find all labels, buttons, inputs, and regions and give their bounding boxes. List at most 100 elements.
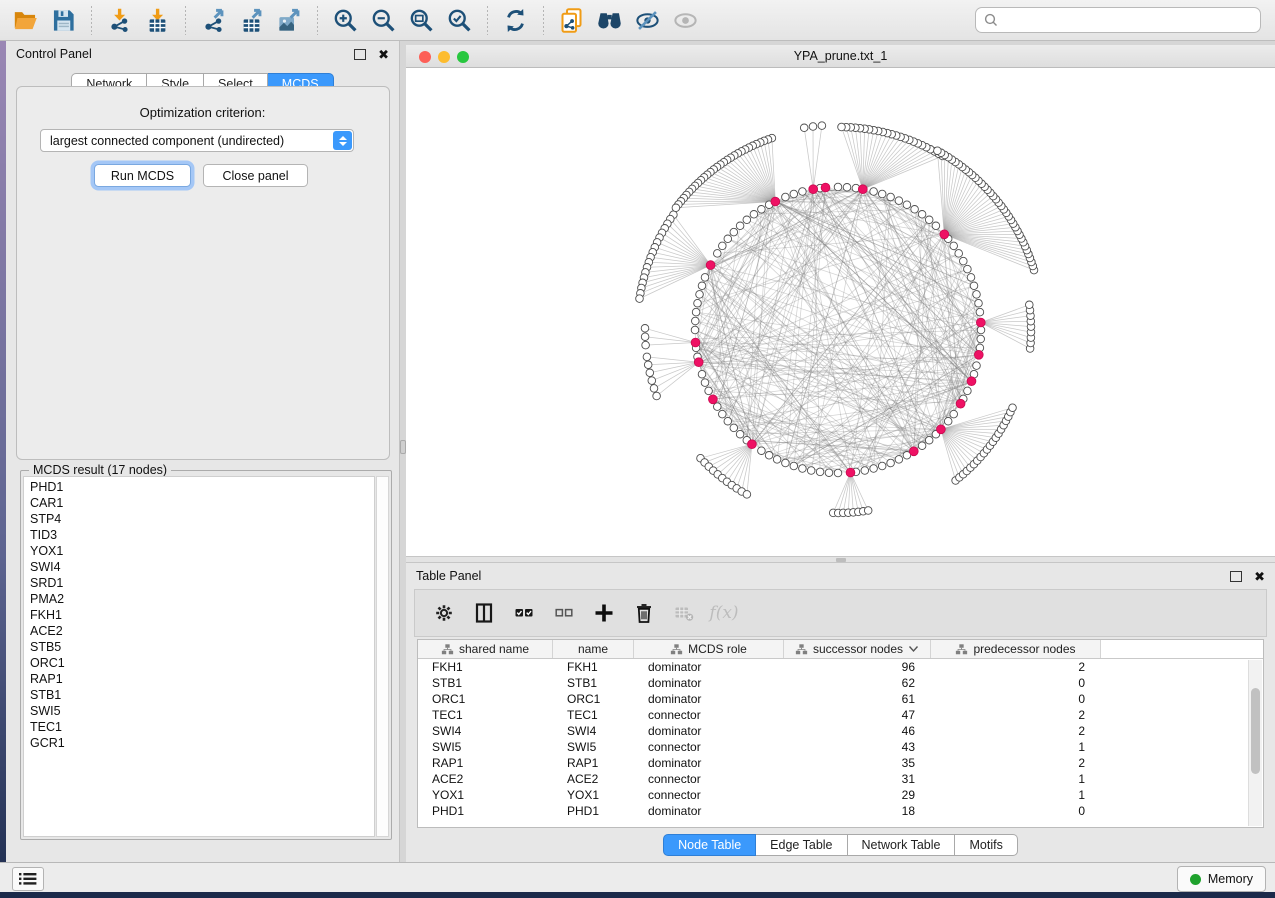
network-view-canvas[interactable] bbox=[406, 68, 1275, 556]
export-table-icon bbox=[238, 7, 265, 34]
table-row[interactable]: STB1STB1dominator620 bbox=[418, 675, 1263, 691]
mcds-result-item[interactable]: TID3 bbox=[30, 527, 374, 543]
mcds-result-item[interactable]: SRD1 bbox=[30, 575, 374, 591]
mcds-result-item[interactable]: GCR1 bbox=[30, 735, 374, 751]
import-table-button[interactable] bbox=[138, 4, 176, 36]
run-mcds-button[interactable]: Run MCDS bbox=[94, 164, 191, 187]
close-panel-icon[interactable]: ✖ bbox=[378, 48, 389, 61]
export-network-button[interactable] bbox=[194, 4, 232, 36]
apply-preferred-layout-icon bbox=[502, 7, 529, 34]
close-panel-button[interactable]: Close panel bbox=[203, 164, 308, 187]
table-row[interactable]: FKH1FKH1dominator962 bbox=[418, 659, 1263, 675]
apply-preferred-layout-button[interactable] bbox=[496, 4, 534, 36]
search-input[interactable] bbox=[1004, 12, 1252, 28]
table-panel: Table Panel ✖ f(x) shared namenameMCDS r… bbox=[406, 563, 1275, 862]
first-neighbors-button[interactable] bbox=[590, 4, 628, 36]
sort-desc-icon bbox=[908, 645, 919, 653]
table-cell: dominator bbox=[634, 723, 784, 739]
export-network-icon bbox=[200, 7, 227, 34]
mcds-result-group: MCDS result (17 nodes) PHD1CAR1STP4TID3Y… bbox=[20, 470, 392, 840]
zoom-in-button[interactable] bbox=[326, 4, 364, 36]
zoom-in-icon bbox=[332, 7, 359, 34]
open-file-button[interactable] bbox=[6, 4, 44, 36]
create-column-button[interactable] bbox=[587, 596, 621, 630]
column-namespace-icon bbox=[955, 643, 968, 656]
network-window-titlebar[interactable]: YPA_prune.txt_1 bbox=[406, 45, 1275, 68]
table-cell: TEC1 bbox=[418, 707, 553, 723]
tab-node-table[interactable]: Node Table bbox=[663, 834, 756, 856]
table-settings-button[interactable] bbox=[427, 596, 461, 630]
table-row[interactable]: SWI5SWI5connector431 bbox=[418, 739, 1263, 755]
table-row[interactable]: RAP1RAP1dominator352 bbox=[418, 755, 1263, 771]
show-column-button[interactable] bbox=[467, 596, 501, 630]
memory-status-icon bbox=[1190, 874, 1201, 885]
column-header-predecessor-nodes[interactable]: predecessor nodes bbox=[931, 640, 1101, 658]
table-cell: 0 bbox=[931, 675, 1101, 691]
delete-column-button[interactable] bbox=[627, 596, 661, 630]
float-panel-icon[interactable] bbox=[354, 49, 366, 60]
mcds-result-item[interactable]: STB5 bbox=[30, 639, 374, 655]
table-scrollbar-thumb[interactable] bbox=[1251, 688, 1260, 774]
table-cell: PHD1 bbox=[553, 803, 634, 819]
deselect-all-icon bbox=[552, 601, 576, 625]
mcds-result-item[interactable]: RAP1 bbox=[30, 671, 374, 687]
mcds-result-item[interactable]: TEC1 bbox=[30, 719, 374, 735]
mcds-result-item[interactable]: ACE2 bbox=[30, 623, 374, 639]
mcds-result-item[interactable]: STP4 bbox=[30, 511, 374, 527]
table-body: FKH1FKH1dominator962STB1STB1dominator620… bbox=[418, 659, 1263, 819]
table-scrollbar[interactable] bbox=[1248, 660, 1262, 826]
close-panel-icon[interactable]: ✖ bbox=[1254, 570, 1265, 583]
table-row[interactable]: PHD1PHD1dominator180 bbox=[418, 803, 1263, 819]
network-graph[interactable] bbox=[406, 68, 1275, 556]
function-builder-button: f(x) bbox=[707, 596, 741, 630]
table-row[interactable]: SWI4SWI4dominator462 bbox=[418, 723, 1263, 739]
select-all-icon bbox=[512, 601, 536, 625]
table-row[interactable]: ACE2ACE2connector311 bbox=[418, 771, 1263, 787]
horizontal-splitter-handle[interactable] bbox=[836, 558, 846, 562]
tab-motifs[interactable]: Motifs bbox=[955, 834, 1017, 856]
column-header-successor-nodes[interactable]: successor nodes bbox=[784, 640, 931, 658]
new-network-from-selection-button[interactable] bbox=[552, 4, 590, 36]
table-cell: ACE2 bbox=[553, 771, 634, 787]
mcds-result-item[interactable]: FKH1 bbox=[30, 607, 374, 623]
import-network-button[interactable] bbox=[100, 4, 138, 36]
column-header-filler bbox=[1101, 640, 1263, 658]
zoom-out-button[interactable] bbox=[364, 4, 402, 36]
zoom-selected-button[interactable] bbox=[440, 4, 478, 36]
zoom-fit-button[interactable] bbox=[402, 4, 440, 36]
mcds-result-item[interactable]: PMA2 bbox=[30, 591, 374, 607]
control-panel-header: Control Panel ✖ bbox=[6, 41, 399, 67]
hide-selected-button[interactable] bbox=[628, 4, 666, 36]
mcds-result-list[interactable]: PHD1CAR1STP4TID3YOX1SWI4SRD1PMA2FKH1ACE2… bbox=[23, 476, 375, 837]
toolbar-separator bbox=[178, 5, 192, 35]
export-image-icon bbox=[276, 7, 303, 34]
mcds-result-item[interactable]: SWI5 bbox=[30, 703, 374, 719]
mcds-result-item[interactable]: PHD1 bbox=[30, 479, 374, 495]
column-header-shared-name[interactable]: shared name bbox=[418, 640, 553, 658]
column-header-MCDS-role[interactable]: MCDS role bbox=[634, 640, 784, 658]
table-row[interactable]: ORC1ORC1dominator610 bbox=[418, 691, 1263, 707]
tab-network-table[interactable]: Network Table bbox=[848, 834, 956, 856]
search-box[interactable] bbox=[975, 7, 1261, 33]
save-session-button[interactable] bbox=[44, 4, 82, 36]
tab-edge-table[interactable]: Edge Table bbox=[756, 834, 847, 856]
table-cell: FKH1 bbox=[553, 659, 634, 675]
mcds-result-item[interactable]: SWI4 bbox=[30, 559, 374, 575]
mcds-result-item[interactable]: YOX1 bbox=[30, 543, 374, 559]
select-all-button[interactable] bbox=[507, 596, 541, 630]
memory-button[interactable]: Memory bbox=[1177, 866, 1266, 892]
column-header-name[interactable]: name bbox=[553, 640, 634, 658]
optimization-criterion-select[interactable]: largest connected component (undirected) bbox=[40, 129, 354, 152]
mcds-result-item[interactable]: STB1 bbox=[30, 687, 374, 703]
table-row[interactable]: TEC1TEC1connector472 bbox=[418, 707, 1263, 723]
horizontal-splitter[interactable] bbox=[406, 556, 1275, 563]
deselect-all-button[interactable] bbox=[547, 596, 581, 630]
export-table-button[interactable] bbox=[232, 4, 270, 36]
float-panel-icon[interactable] bbox=[1230, 571, 1242, 582]
table-row[interactable]: YOX1YOX1connector291 bbox=[418, 787, 1263, 803]
mcds-result-item[interactable]: ORC1 bbox=[30, 655, 374, 671]
export-image-button[interactable] bbox=[270, 4, 308, 36]
mcds-list-scrollbar[interactable] bbox=[376, 476, 389, 837]
task-history-button[interactable] bbox=[12, 867, 44, 891]
mcds-result-item[interactable]: CAR1 bbox=[30, 495, 374, 511]
